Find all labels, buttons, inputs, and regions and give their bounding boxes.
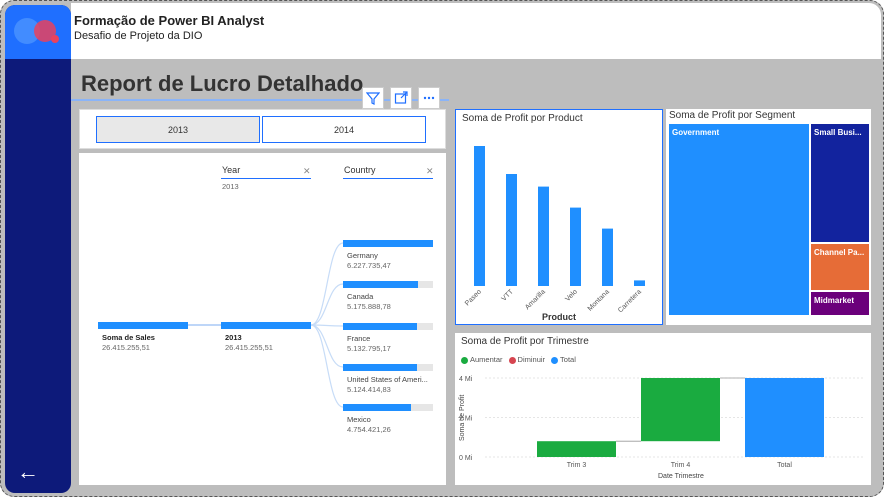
product-x-axis-label: Product: [542, 312, 577, 322]
waterfall-y-axis-label: Soma de Profit: [459, 394, 466, 441]
waterfall-y-tick: 4 Mi: [459, 376, 473, 383]
country-node-label: France: [347, 334, 371, 343]
tree-link: [310, 242, 344, 326]
product-tick-label: Carretera: [617, 288, 643, 314]
root-node-label: Soma de Sales: [102, 333, 155, 342]
back-arrow-icon[interactable]: ←: [17, 459, 39, 485]
country-node-value: 4.754.421,26: [347, 425, 391, 434]
product-tick-label: Paseo: [464, 288, 483, 307]
segment-chart-title: Soma de Profit por Segment: [669, 110, 796, 121]
country-node-bar[interactable]: [343, 240, 433, 247]
profit-by-quarter-waterfall: Soma de Profit por Trimestre Aumentar Di…: [455, 333, 871, 485]
dio-logo-icon: [14, 18, 59, 44]
decomposition-tree: Year ✕ 2013 Country ✕ Soma de Sales 26.4…: [79, 153, 446, 485]
country-node-label: Germany: [347, 251, 378, 260]
focus-mode-icon[interactable]: [390, 87, 412, 109]
slicer-option-2014[interactable]: 2014: [262, 116, 426, 143]
product-bar[interactable]: [570, 207, 581, 286]
waterfall-x-tick: Total: [777, 462, 792, 469]
country-node-value: 5.124.414,83: [347, 385, 391, 394]
product-tick-label: Montana: [587, 288, 611, 312]
waterfall-chart-svg: 4 Mi2 Mi0 MiTrim 3 Trim 4 Total: [459, 376, 865, 469]
tree-connectors: [188, 242, 344, 408]
year-slicer: 2013 2014: [79, 109, 446, 149]
header-title: Formação de Power BI Analyst: [74, 13, 265, 28]
dio-logo: [5, 5, 71, 59]
page-header: Formação de Power BI Analyst Desafio de …: [71, 3, 881, 59]
header-subtitle: Desafio de Projeto da DIO: [74, 30, 203, 42]
country-node-value: 5.175.888,78: [347, 302, 391, 311]
product-bar[interactable]: [634, 280, 645, 286]
country-node-bar[interactable]: [343, 404, 411, 411]
country-node-value: 5.132.795,17: [347, 344, 391, 353]
sidebar: [5, 5, 71, 493]
tree-link: [310, 283, 344, 326]
waterfall-bar[interactable]: [641, 378, 720, 442]
waterfall-bar[interactable]: [537, 441, 616, 457]
filter-icon[interactable]: [362, 87, 384, 109]
country-node-label: Mexico: [347, 415, 371, 424]
app-frame: ← Formação de Power BI Analyst Desafio d…: [0, 0, 884, 497]
waterfall-x-tick: Trim 4: [671, 462, 691, 469]
country-node-value: 6.227.735,47: [347, 261, 391, 270]
waterfall-y-tick: 0 Mi: [459, 455, 473, 462]
root-node-bar[interactable]: [98, 322, 188, 329]
waterfall-x-tick: Trim 3: [567, 462, 587, 469]
tree-link: [310, 324, 344, 368]
slicer-option-2013[interactable]: 2013: [96, 116, 260, 143]
country-node-bar[interactable]: [343, 281, 418, 288]
product-tick-label: Velo: [564, 288, 579, 303]
product-bar[interactable]: [506, 174, 517, 286]
treemap-cell-small-business[interactable]: Small Busi...: [811, 124, 869, 242]
product-bar[interactable]: [602, 228, 613, 286]
year-node-bar[interactable]: [221, 322, 311, 329]
profit-by-segment-treemap: Soma de Profit por Segment Government Sm…: [666, 109, 871, 325]
country-node-label: Canada: [347, 292, 374, 301]
waterfall-x-axis-label: Date Trimestre: [658, 473, 704, 480]
product-bar[interactable]: [538, 186, 549, 286]
treemap-cell-midmarket[interactable]: Midmarket: [811, 292, 869, 315]
country-node-bar[interactable]: [343, 364, 417, 371]
profit-by-product-chart: Soma de Profit por Product Paseo VTT Amari…: [455, 109, 663, 325]
year-node-label: 2013: [225, 333, 242, 342]
country-node-label: United States of Ameri...: [347, 375, 428, 384]
report-title: Report de Lucro Detalhado: [81, 71, 364, 96]
treemap-cell-channel-partners[interactable]: Channel Pa...: [811, 244, 869, 290]
product-chart-svg: Paseo VTT Amarilla Velo Montana Carretera: [464, 146, 645, 314]
root-node-value: 26.415.255,51: [102, 343, 150, 352]
country-node-bar[interactable]: [343, 323, 417, 330]
visual-header-icons: [362, 87, 440, 109]
waterfall-bar[interactable]: [745, 378, 824, 457]
year-node-value: 26.415.255,51: [225, 343, 273, 352]
product-tick-label: Amarilla: [524, 288, 547, 311]
product-bar[interactable]: [474, 146, 485, 286]
product-tick-label: VTT: [501, 288, 516, 303]
more-options-icon[interactable]: [418, 87, 440, 109]
treemap-cell-government[interactable]: Government: [669, 124, 809, 315]
